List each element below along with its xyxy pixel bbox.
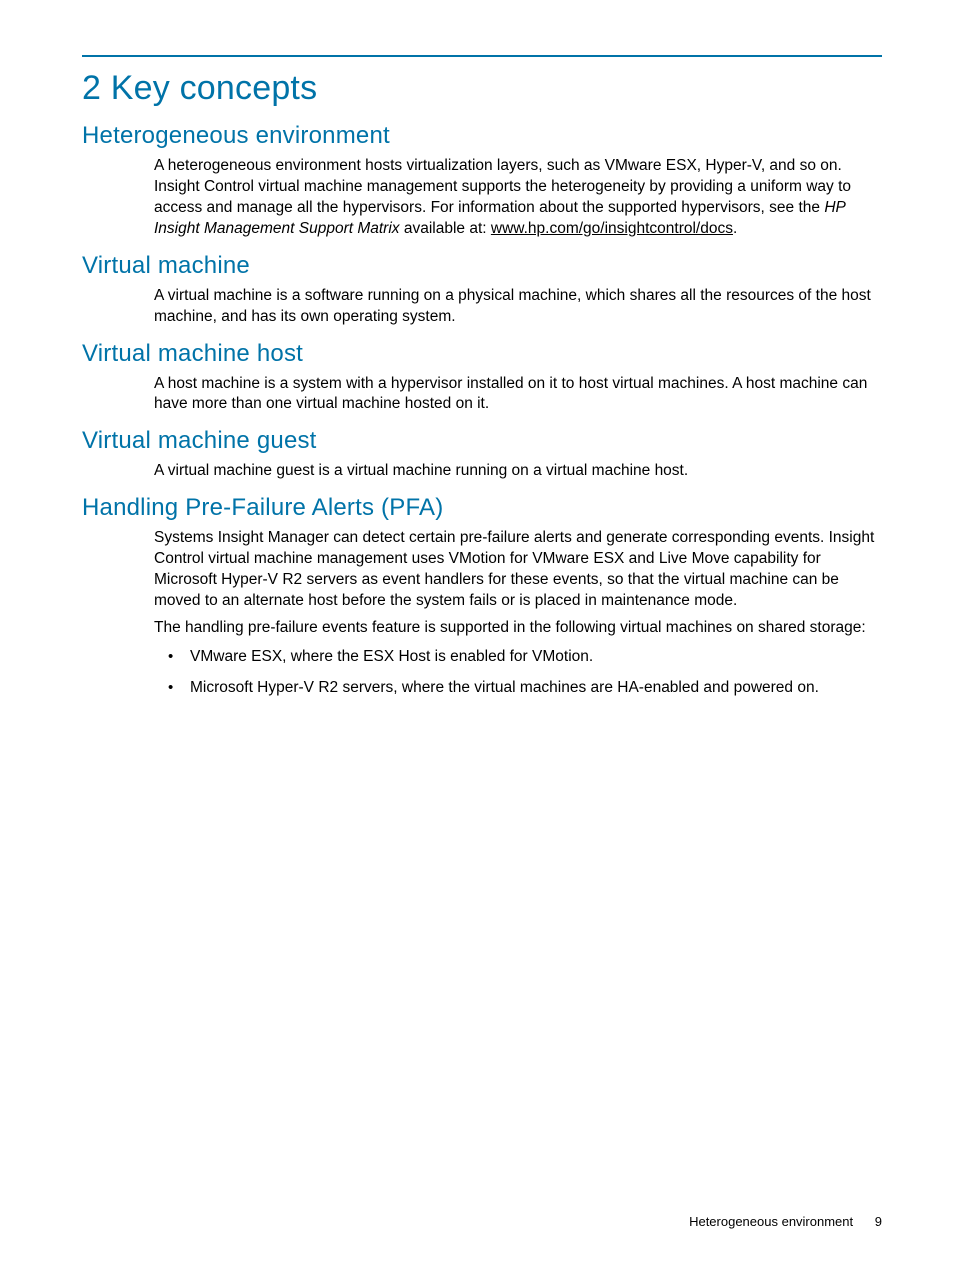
chapter-title: 2 Key concepts: [82, 69, 882, 108]
section-body-heterogeneous: A heterogeneous environment hosts virtua…: [154, 156, 882, 240]
section-heading-pfa: Handling Pre-Failure Alerts (PFA): [82, 494, 882, 522]
paragraph: Systems Insight Manager can detect certa…: [154, 528, 882, 612]
text: .: [733, 220, 737, 237]
section-body-virtual-machine-host: A host machine is a system with a hyperv…: [154, 374, 882, 416]
footer-page-number: 9: [875, 1214, 882, 1229]
text: A heterogeneous environment hosts virtua…: [154, 157, 851, 216]
paragraph: The handling pre-failure events feature …: [154, 618, 882, 639]
text: available at:: [400, 220, 491, 237]
paragraph: A host machine is a system with a hyperv…: [154, 374, 882, 416]
chapter-rule: [82, 55, 882, 57]
list-item: VMware ESX, where the ESX Host is enable…: [154, 647, 882, 668]
footer-section-label: Heterogeneous environment: [689, 1214, 853, 1229]
page-footer: Heterogeneous environment 9: [689, 1214, 882, 1229]
paragraph: A virtual machine guest is a virtual mac…: [154, 461, 882, 482]
section-heading-virtual-machine-guest: Virtual machine guest: [82, 427, 882, 455]
section-body-virtual-machine: A virtual machine is a software running …: [154, 286, 882, 328]
section-heading-virtual-machine-host: Virtual machine host: [82, 340, 882, 368]
bullet-list: VMware ESX, where the ESX Host is enable…: [154, 647, 882, 699]
paragraph: A heterogeneous environment hosts virtua…: [154, 156, 882, 240]
section-body-pfa: Systems Insight Manager can detect certa…: [154, 528, 882, 698]
section-heading-virtual-machine: Virtual machine: [82, 252, 882, 280]
list-item: Microsoft Hyper-V R2 servers, where the …: [154, 678, 882, 699]
paragraph: A virtual machine is a software running …: [154, 286, 882, 328]
support-matrix-link[interactable]: www.hp.com/go/insightcontrol/docs: [491, 220, 733, 237]
section-body-virtual-machine-guest: A virtual machine guest is a virtual mac…: [154, 461, 882, 482]
section-heading-heterogeneous: Heterogeneous environment: [82, 122, 882, 150]
